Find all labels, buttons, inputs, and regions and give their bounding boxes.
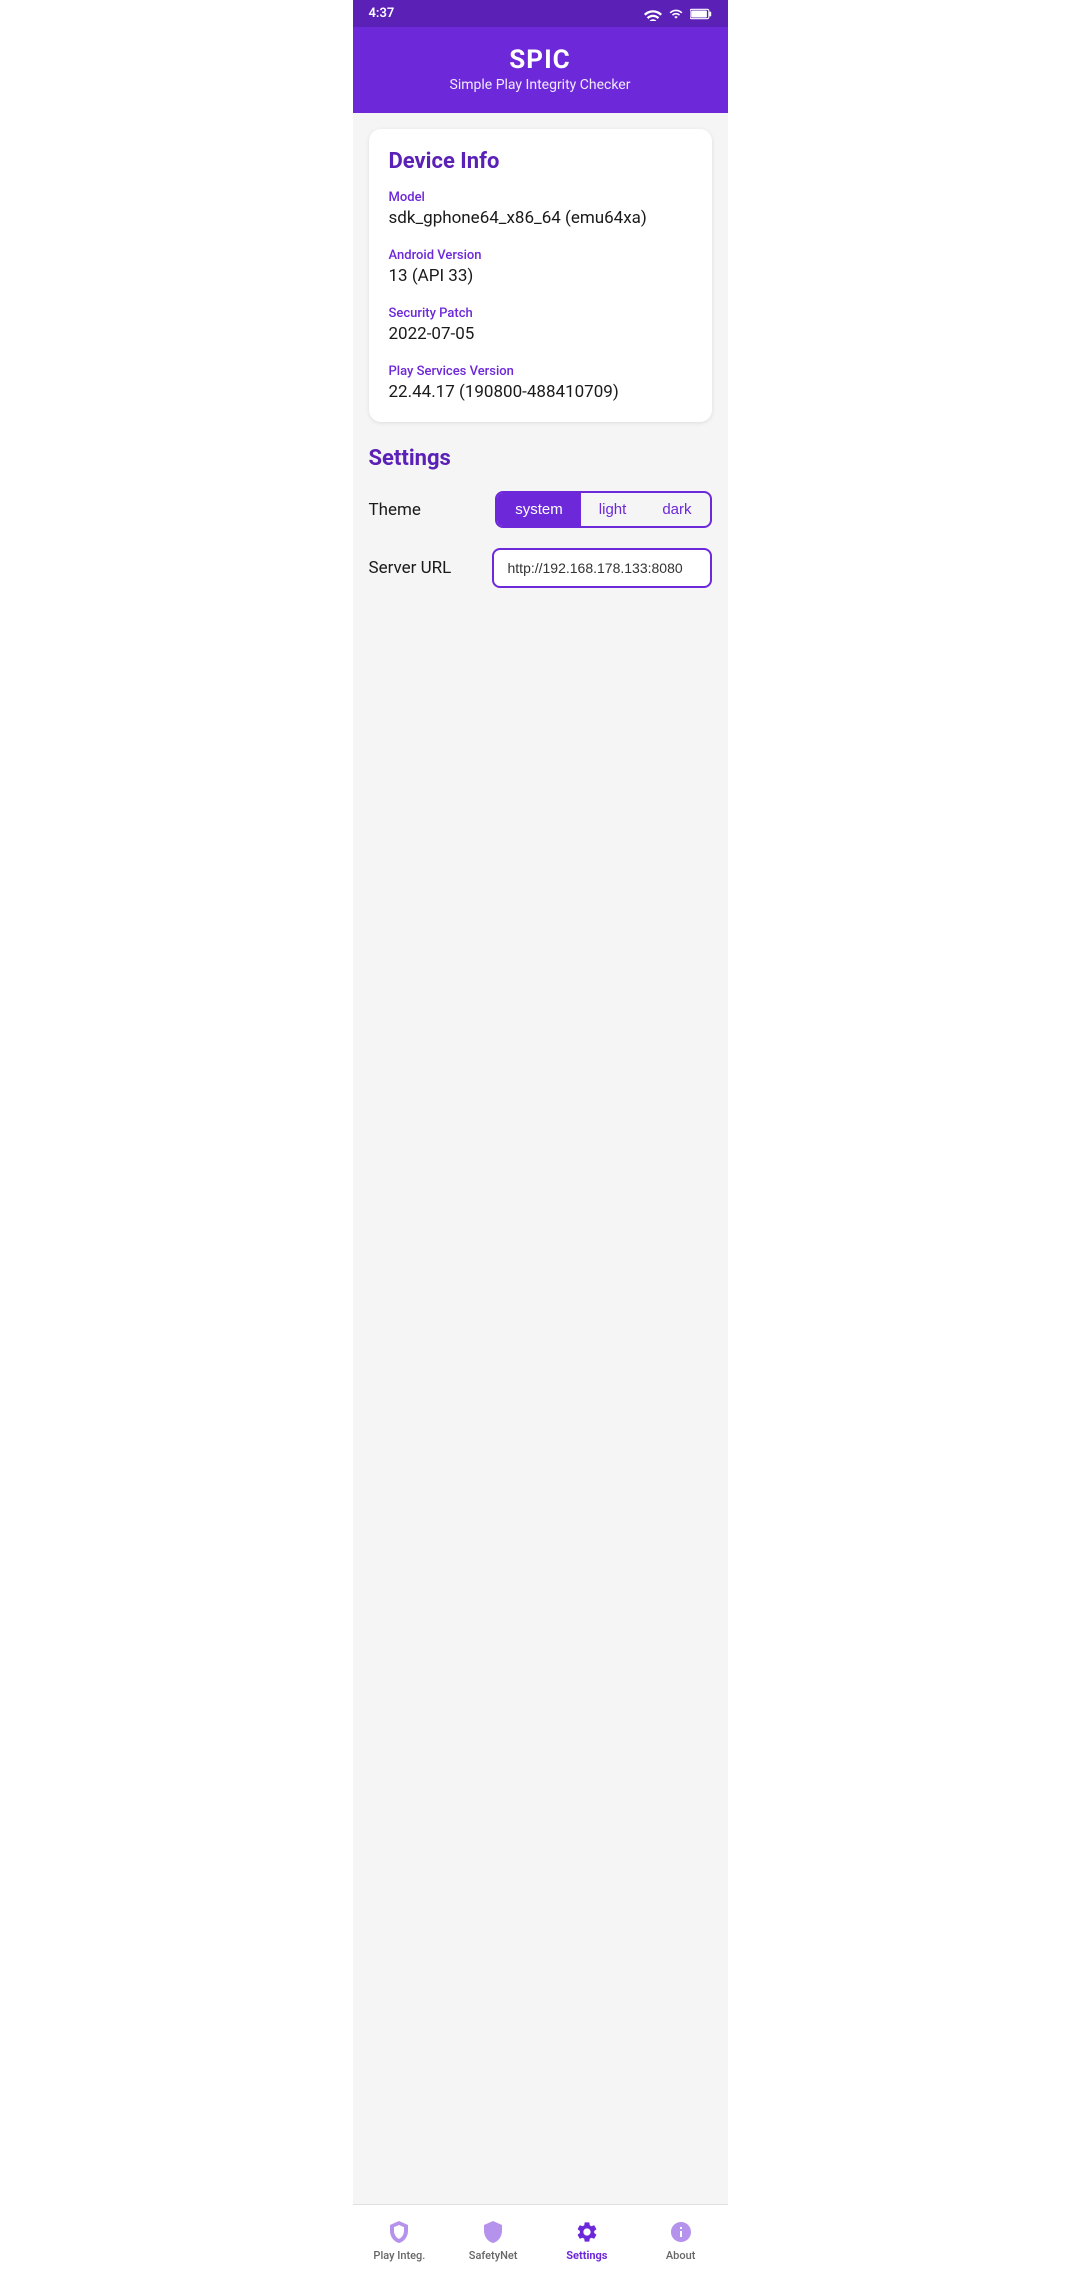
server-url-input[interactable] <box>492 548 712 588</box>
safety-net-icon <box>480 2219 506 2245</box>
bottom-nav: Play Integ. SafetyNet Settings About <box>353 2204 728 2280</box>
main-content: Device Info Model sdk_gphone64_x86_64 (e… <box>353 113 728 2204</box>
status-icons <box>644 7 712 21</box>
nav-item-play-integrity[interactable]: Play Integ. <box>364 2215 434 2266</box>
android-version-label: Android Version <box>389 248 692 263</box>
play-integrity-icon <box>386 2219 412 2245</box>
app-subtitle: Simple Play Integrity Checker <box>369 77 712 93</box>
nav-label-play-integrity: Play Integ. <box>373 2249 425 2262</box>
server-url-row: Server URL <box>369 548 712 588</box>
settings-icon <box>574 2219 600 2245</box>
theme-option-system[interactable]: system <box>497 493 581 526</box>
nav-label-safety-net: SafetyNet <box>469 2249 518 2262</box>
security-patch-field: Security Patch 2022-07-05 <box>389 306 692 344</box>
nav-item-safety-net[interactable]: SafetyNet <box>458 2215 528 2266</box>
android-version-value: 13 (API 33) <box>389 266 692 286</box>
security-patch-value: 2022-07-05 <box>389 324 692 344</box>
theme-option-dark[interactable]: dark <box>644 493 709 526</box>
server-url-label: Server URL <box>369 558 452 578</box>
model-value: sdk_gphone64_x86_64 (emu64xa) <box>389 208 692 228</box>
play-services-value: 22.44.17 (190800-488410709) <box>389 382 692 402</box>
nav-label-about: About <box>666 2249 696 2262</box>
battery-icon <box>690 8 712 20</box>
device-info-card: Device Info Model sdk_gphone64_x86_64 (e… <box>369 129 712 422</box>
device-info-title: Device Info <box>389 149 692 174</box>
nav-item-about[interactable]: About <box>646 2215 716 2266</box>
security-patch-label: Security Patch <box>389 306 692 321</box>
nav-label-settings: Settings <box>566 2249 607 2262</box>
play-services-field: Play Services Version 22.44.17 (190800-4… <box>389 364 692 402</box>
model-label: Model <box>389 190 692 205</box>
about-icon <box>668 2219 694 2245</box>
theme-row: Theme system light dark <box>369 491 712 528</box>
settings-section: Settings Theme system light dark Server … <box>369 442 712 624</box>
status-time: 4:37 <box>369 6 395 21</box>
theme-toggle: system light dark <box>495 491 711 528</box>
theme-option-light[interactable]: light <box>581 493 645 526</box>
app-title: SPIC <box>369 45 712 75</box>
play-services-label: Play Services Version <box>389 364 692 379</box>
theme-label: Theme <box>369 500 421 520</box>
app-header: SPIC Simple Play Integrity Checker <box>353 27 728 113</box>
signal-icon <box>668 7 684 21</box>
settings-title: Settings <box>369 446 712 471</box>
wifi-icon <box>644 7 662 21</box>
android-version-field: Android Version 13 (API 33) <box>389 248 692 286</box>
model-field: Model sdk_gphone64_x86_64 (emu64xa) <box>389 190 692 228</box>
status-bar: 4:37 <box>353 0 728 27</box>
nav-item-settings[interactable]: Settings <box>552 2215 622 2266</box>
